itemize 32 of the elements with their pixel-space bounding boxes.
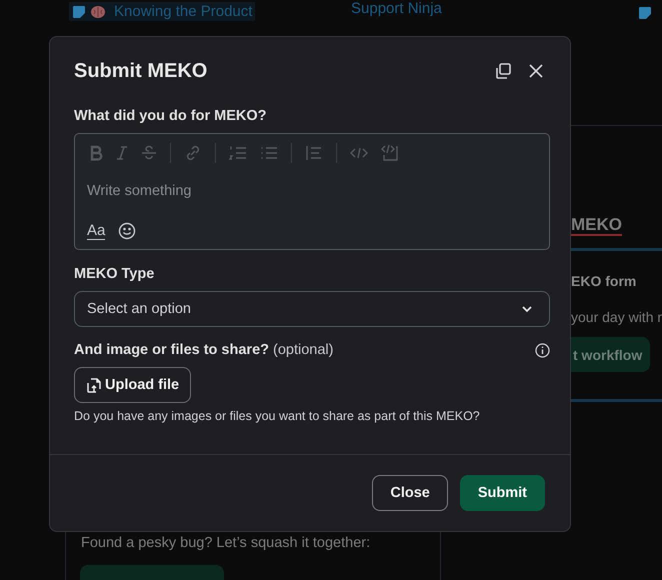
code-block-icon[interactable]: [381, 144, 399, 162]
message-field[interactable]: Write something Aa: [74, 133, 550, 250]
upload-icon: [87, 378, 101, 392]
info-icon[interactable]: [535, 342, 550, 358]
close-button[interactable]: Close: [372, 475, 448, 511]
bulleted-list-icon[interactable]: [260, 145, 278, 161]
close-icon[interactable]: [528, 63, 544, 79]
dialog-title: Submit MEKO: [74, 60, 208, 82]
code-icon[interactable]: [350, 146, 368, 160]
numbered-list-icon[interactable]: [229, 145, 247, 161]
blockquote-icon[interactable]: [305, 145, 323, 161]
chevron-down-icon: [521, 305, 533, 313]
field-label: And image or files to share? (optional): [74, 342, 334, 358]
note-icon: [638, 6, 652, 20]
message-placeholder: Write something: [87, 183, 192, 199]
field-label: MEKO Type: [74, 266, 156, 282]
link-icon[interactable]: [184, 144, 202, 162]
card-text: Found a pesky bug? Let’s squash it together:: [81, 535, 372, 551]
submit-button[interactable]: Submit: [460, 475, 545, 511]
note-icon: [72, 4, 86, 18]
upload-button[interactable]: Upload file: [74, 367, 192, 403]
bold-icon[interactable]: [89, 145, 103, 161]
emoji-icon[interactable]: [118, 222, 136, 240]
strikethrough-icon[interactable]: [141, 145, 157, 161]
formatting-toggle[interactable]: Aa: [87, 222, 106, 240]
copy-icon[interactable]: [494, 62, 512, 80]
field-hint: Do you have any images or files you want to share as part of this MEKO?: [74, 409, 481, 423]
italic-icon[interactable]: [116, 145, 128, 161]
type-dropdown[interactable]: Select an option: [74, 291, 550, 327]
card-text: your day with r: [571, 309, 662, 325]
workflow-button[interactable]: t workflow: [571, 337, 650, 372]
field-label: What did you do for MEKO?: [74, 108, 268, 124]
